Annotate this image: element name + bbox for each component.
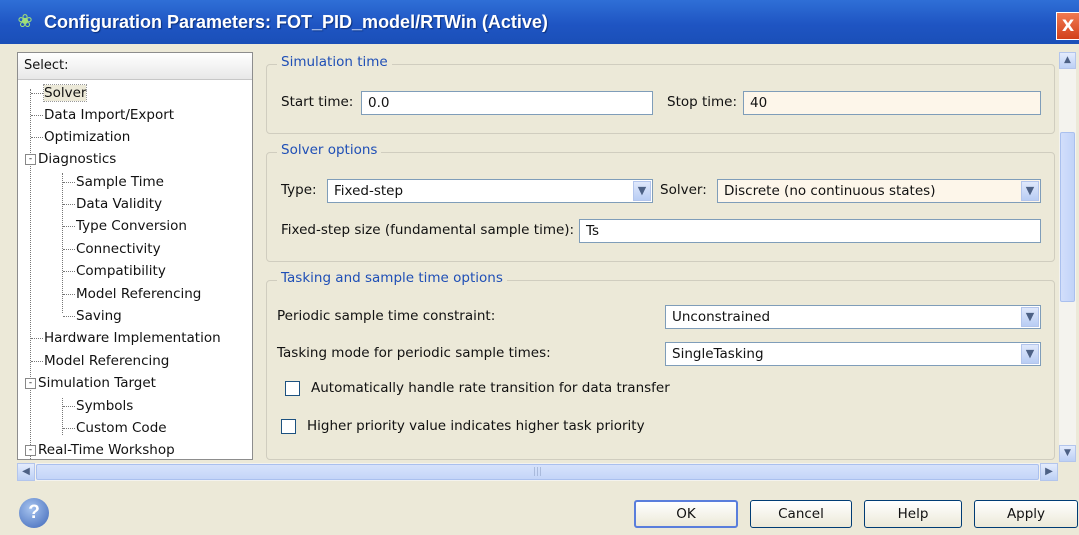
tree-item-symbols[interactable]: Symbols (63, 395, 133, 417)
solver-type-value: Fixed-step (334, 183, 404, 199)
tree-header: Select: (18, 53, 252, 80)
scroll-left-icon[interactable]: ◀ (17, 463, 35, 481)
category-tree[interactable]: Select: Solver Data Import/Export Optimi… (17, 52, 253, 460)
chevron-down-icon[interactable]: ▼ (1021, 307, 1039, 327)
close-button[interactable]: X (1056, 12, 1079, 40)
stop-time-input[interactable]: 40 (743, 91, 1041, 115)
solver-options-group: Solver options Type: Fixed-step ▼ Solver… (266, 142, 1055, 262)
help-button[interactable]: Help (864, 500, 962, 528)
tasking-mode-select[interactable]: SingleTasking ▼ (665, 342, 1041, 366)
tree-item-diagnostics[interactable]: - Diagnostics (25, 148, 116, 170)
ok-button[interactable]: OK (634, 500, 738, 528)
apply-button[interactable]: Apply (974, 500, 1078, 528)
tasking-mode-label: Tasking mode for periodic sample times: (277, 345, 551, 361)
chevron-down-icon[interactable]: ▼ (1021, 181, 1039, 201)
tree-item-hardware-implementation[interactable]: Hardware Implementation (31, 327, 221, 349)
tree-item-saving[interactable]: Saving (63, 305, 122, 327)
tree-item-sample-time[interactable]: Sample Time (63, 171, 164, 193)
scroll-right-icon[interactable]: ▶ (1040, 463, 1058, 481)
group-title: Solver options (277, 142, 382, 158)
group-title: Simulation time (277, 54, 392, 70)
tree-item-simulation-target[interactable]: - Simulation Target (25, 372, 156, 394)
tasking-mode-value: SingleTasking (672, 346, 764, 362)
tree-item-custom-code[interactable]: Custom Code (63, 417, 167, 439)
solver-type-select[interactable]: Fixed-step ▼ (327, 179, 653, 203)
collapse-icon[interactable]: - (25, 153, 36, 165)
tree-item-solver[interactable]: Solver (31, 82, 88, 104)
chevron-down-icon[interactable]: ▼ (633, 181, 651, 201)
cancel-button[interactable]: Cancel (750, 500, 852, 528)
vertical-scroll-thumb[interactable] (1060, 132, 1075, 302)
start-time-input[interactable]: 0.0 (361, 91, 653, 115)
periodic-constraint-select[interactable]: Unconstrained ▼ (665, 305, 1041, 329)
chevron-down-icon[interactable]: ▼ (1021, 344, 1039, 364)
solver-label: Solver: (660, 182, 707, 198)
periodic-constraint-value: Unconstrained (672, 309, 771, 325)
horizontal-scrollbar[interactable]: ◀ ||| ▶ (17, 463, 1058, 481)
auto-rate-transition-label[interactable]: Automatically handle rate transition for… (311, 380, 670, 396)
vertical-scrollbar[interactable]: ▲ ▼ (1059, 52, 1076, 462)
tree-item-data-validity[interactable]: Data Validity (63, 193, 162, 215)
auto-rate-transition-checkbox[interactable] (285, 381, 300, 396)
tree-item-type-conversion[interactable]: Type Conversion (63, 215, 187, 237)
solver-settings-pane: Simulation time Start time: 0.0 Stop tim… (262, 52, 1057, 462)
collapse-icon[interactable]: - (25, 377, 36, 389)
horizontal-scroll-thumb[interactable]: ||| (36, 464, 1039, 480)
tree-item-model-referencing[interactable]: Model Referencing (31, 350, 169, 372)
scroll-up-icon[interactable]: ▲ (1059, 52, 1076, 69)
tree-item-optimization[interactable]: Optimization (31, 126, 130, 148)
higher-priority-label[interactable]: Higher priority value indicates higher t… (307, 418, 645, 434)
tree-item-data-import-export[interactable]: Data Import/Export (31, 104, 174, 126)
simulation-time-group: Simulation time Start time: 0.0 Stop tim… (266, 54, 1055, 134)
periodic-constraint-label: Periodic sample time constraint: (277, 308, 496, 324)
simulink-icon: ❀ (17, 11, 33, 32)
tasking-options-group: Tasking and sample time options Periodic… (266, 270, 1055, 460)
solver-value: Discrete (no continuous states) (724, 183, 936, 199)
scroll-down-icon[interactable]: ▼ (1059, 445, 1076, 462)
type-label: Type: (281, 182, 317, 198)
higher-priority-checkbox[interactable] (281, 419, 296, 434)
group-title: Tasking and sample time options (277, 270, 507, 286)
tree-item-model-referencing-diag[interactable]: Model Referencing (63, 283, 201, 305)
help-icon[interactable]: ? (19, 498, 49, 528)
fixed-step-size-label: Fixed-step size (fundamental sample time… (281, 222, 575, 238)
window-title: Configuration Parameters: FOT_PID_model/… (44, 12, 548, 32)
title-bar[interactable]: ❀ Configuration Parameters: FOT_PID_mode… (0, 0, 1079, 44)
collapse-icon[interactable]: - (25, 444, 36, 456)
start-time-label: Start time: (281, 94, 354, 110)
solver-select[interactable]: Discrete (no continuous states) ▼ (717, 179, 1041, 203)
stop-time-label: Stop time: (667, 94, 738, 110)
fixed-step-size-input[interactable]: Ts (579, 219, 1041, 243)
tree-item-compatibility[interactable]: Compatibility (63, 260, 166, 282)
tree-item-connectivity[interactable]: Connectivity (63, 238, 161, 260)
tree-item-real-time-workshop[interactable]: - Real-Time Workshop (25, 439, 175, 459)
